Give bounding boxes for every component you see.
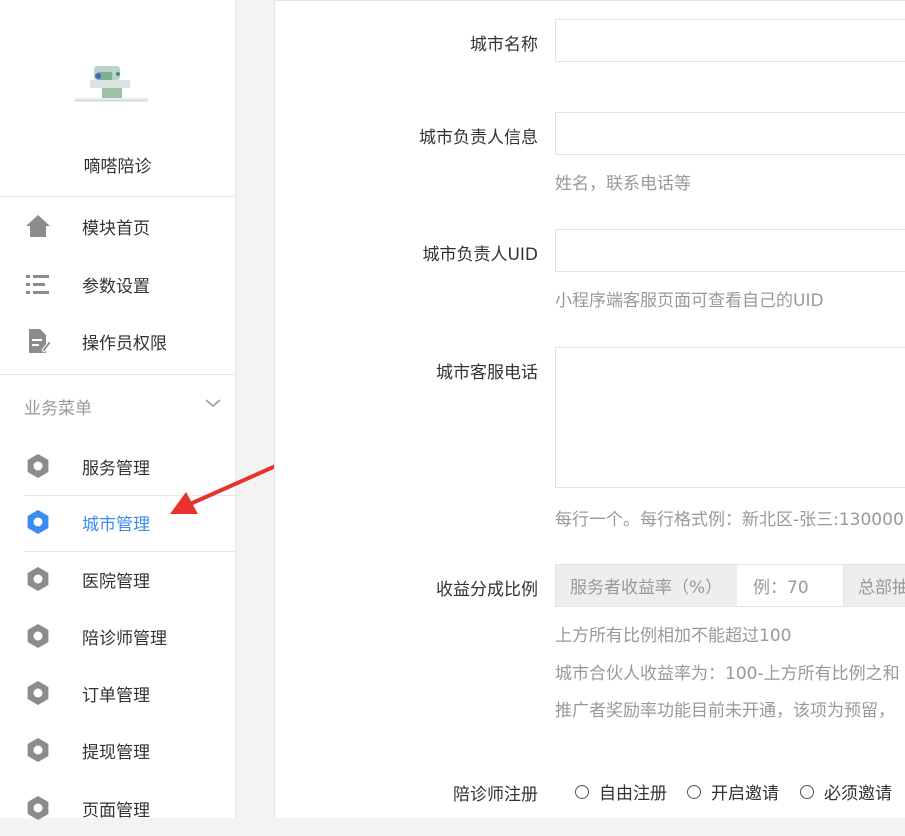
radio-label: 必须邀请 [824, 784, 892, 804]
sidebar-item-settings[interactable]: 参数设置 [24, 256, 235, 312]
leader-uid-hint: 小程序端客服页面可查看自己的UID [555, 291, 824, 311]
leader-info-label: 城市负责人信息 [419, 128, 538, 148]
leader-info-hint: 姓名，联系电话等 [555, 174, 691, 194]
gear-icon [24, 679, 52, 707]
sidebar-item-operator-permissions[interactable]: 操作员权限 [24, 313, 235, 369]
sidebar-item-label: 订单管理 [82, 685, 150, 706]
leader-uid-label: 城市负责人UID [422, 245, 538, 265]
document-edit-icon [24, 327, 52, 355]
gear-icon [24, 622, 52, 650]
radio-label: 开启邀请 [711, 784, 779, 804]
group-title: 业务菜单 [24, 398, 92, 419]
city-name-input[interactable] [555, 19, 905, 62]
sidebar-item-label: 模块首页 [82, 218, 150, 239]
revenue-hint-1: 上方所有比例相加不能超过100 [555, 626, 792, 646]
gear-icon [24, 565, 52, 593]
sidebar: 嘀嗒陪诊 模块首页 参数设置 操作员权限 业务菜单 服务管理 城市管理 医院管理… [0, 0, 306, 821]
sidebar-item-label: 提现管理 [82, 742, 150, 763]
radio-circle[interactable] [575, 784, 589, 799]
group-header-business-menu[interactable]: 业务菜单 [0, 384, 235, 428]
sidebar-item-escort-management[interactable]: 陪诊师管理 [24, 608, 235, 664]
sidebar-item-label: 参数设置 [82, 276, 150, 297]
sidebar-item-label: 服务管理 [82, 458, 150, 479]
sidebar-item-label: 操作员权限 [82, 333, 167, 354]
radio-enable-invite[interactable]: 开启邀请 [687, 779, 779, 804]
hq-rate-addon: 总部抽 [843, 564, 905, 607]
sidebar-item-label: 页面管理 [82, 800, 150, 821]
divider [0, 374, 235, 375]
leader-uid-input[interactable] [555, 229, 905, 272]
chevron-down-icon [205, 399, 221, 407]
gear-icon [24, 736, 52, 764]
leader-info-input[interactable] [555, 112, 905, 155]
app-logo [74, 66, 148, 102]
radio-label: 自由注册 [599, 784, 667, 804]
sidebar-item-home[interactable]: 模块首页 [24, 198, 235, 254]
radio-invite-required[interactable]: 必须邀请 [800, 779, 892, 804]
sidebar-item-label: 城市管理 [82, 514, 150, 535]
gear-icon [24, 508, 52, 536]
registration-label: 陪诊师注册 [453, 785, 538, 805]
sidebar-item-label: 医院管理 [82, 571, 150, 592]
revenue-hint-3: 推广者奖励率功能目前未开通，该项为预留， [555, 701, 895, 721]
radio-circle[interactable] [687, 784, 701, 799]
home-icon [24, 212, 52, 240]
logo-area: 嘀嗒陪诊 [0, 0, 235, 197]
city-name-label: 城市名称 [470, 35, 538, 55]
sidebar-item-label: 陪诊师管理 [82, 628, 167, 649]
provider-rate-addon: 服务者收益率（%） [555, 564, 738, 607]
sidebar-item-withdrawal-management[interactable]: 提现管理 [24, 722, 235, 778]
sidebar-item-order-management[interactable]: 订单管理 [24, 665, 235, 721]
radio-free-registration[interactable]: 自由注册 [575, 779, 667, 804]
provider-rate-input[interactable]: 例：70 [737, 564, 844, 607]
service-phone-textarea[interactable] [555, 347, 905, 488]
sidebar-item-hospital-management[interactable]: 医院管理 [24, 551, 235, 607]
gear-icon [24, 452, 52, 480]
app-name: 嘀嗒陪诊 [83, 157, 152, 177]
list-settings-icon [24, 270, 52, 298]
revenue-hint-2: 城市合伙人收益率为：100-上方所有比例之和 [555, 664, 900, 684]
service-phone-label: 城市客服电话 [436, 363, 538, 383]
sidebar-item-page-management[interactable]: 页面管理 [24, 780, 235, 836]
revenue-share-label: 收益分成比例 [436, 580, 538, 600]
radio-circle[interactable] [800, 784, 814, 799]
service-phone-hint: 每行一个。每行格式例：新北区-张三:130000 [555, 510, 904, 530]
